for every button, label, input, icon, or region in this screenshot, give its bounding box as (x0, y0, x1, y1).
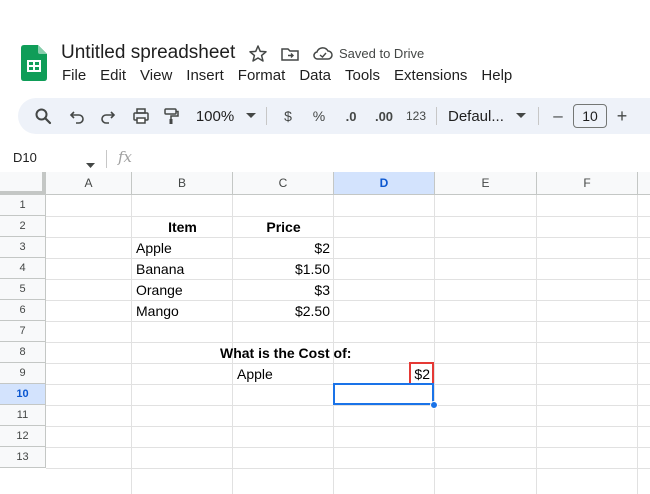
row-header-11[interactable]: 11 (0, 405, 46, 426)
decrease-font-size-button[interactable]: – (548, 98, 568, 134)
cell-c9[interactable]: Apple (233, 364, 334, 384)
move-folder-icon[interactable] (280, 44, 300, 64)
gridline (46, 321, 650, 322)
number-format-button[interactable]: 123 (404, 98, 428, 134)
decrease-decimal-label: .0 (345, 108, 357, 124)
row-header-9[interactable]: 9 (0, 363, 46, 384)
cell-b6[interactable]: Mango (132, 301, 233, 321)
cell-c5[interactable]: $3 (233, 280, 333, 300)
cell-c8[interactable]: What is the Cost of: (220, 343, 370, 363)
row-header-7[interactable]: 7 (0, 321, 46, 342)
row-header-8[interactable]: 8 (0, 342, 46, 363)
cell-b4[interactable]: Banana (132, 259, 233, 279)
gridline (637, 195, 638, 494)
save-status: Saved to Drive (339, 46, 425, 61)
cell-c3[interactable]: $2 (233, 238, 333, 258)
row-header-1[interactable]: 1 (0, 195, 46, 216)
cell-b3[interactable]: Apple (132, 238, 233, 258)
menu-data[interactable]: Data (299, 67, 331, 87)
cell-c6[interactable]: $2.50 (233, 301, 333, 321)
name-box-dropdown-icon[interactable] (86, 155, 95, 173)
fx-icon: fx (118, 148, 133, 166)
paint-format-icon (164, 108, 179, 124)
active-cell-d10[interactable] (333, 383, 434, 405)
column-header-b[interactable]: B (132, 172, 233, 195)
row-header-13[interactable]: 13 (0, 447, 46, 468)
print-button[interactable] (130, 98, 152, 134)
row-header-2[interactable]: 2 (0, 216, 46, 237)
formula-divider (106, 150, 107, 168)
increase-decimal-label: .00 (374, 108, 394, 124)
gridline (46, 426, 650, 427)
undo-button[interactable] (66, 98, 88, 134)
row-header-4[interactable]: 4 (0, 258, 46, 279)
cell-b5[interactable]: Orange (132, 280, 233, 300)
redo-icon (101, 111, 116, 124)
cell-c4[interactable]: $1.50 (233, 259, 333, 279)
column-header-f[interactable]: F (537, 172, 638, 195)
menu-insert[interactable]: Insert (186, 67, 224, 87)
menu-help[interactable]: Help (481, 67, 512, 87)
cell-b2[interactable]: Item (132, 217, 233, 237)
document-title[interactable]: Untitled spreadsheet (61, 42, 235, 64)
gridline (46, 447, 650, 448)
row-header-3[interactable]: 3 (0, 237, 46, 258)
column-header-e[interactable]: E (435, 172, 537, 195)
formula-bar: D10 fx (0, 146, 650, 172)
zoom-select[interactable]: 100% (192, 98, 238, 134)
column-header-d[interactable]: D (334, 172, 435, 195)
select-all-corner[interactable] (0, 172, 46, 195)
fill-handle[interactable] (430, 401, 438, 409)
cell-c2[interactable]: Price (233, 217, 334, 237)
menu-file[interactable]: File (62, 67, 86, 87)
gridline (434, 195, 435, 494)
toolbar-divider (538, 107, 539, 125)
zoom-dropdown-icon[interactable] (244, 98, 258, 134)
star-icon[interactable] (248, 44, 268, 64)
gridline (46, 468, 650, 469)
column-header-a[interactable]: A (46, 172, 132, 195)
decrease-decimal-button[interactable]: .0 (338, 98, 364, 134)
print-icon (133, 108, 149, 124)
column-header-c[interactable]: C (233, 172, 334, 195)
row-header-10[interactable]: 10 (0, 384, 46, 405)
menu-tools[interactable]: Tools (345, 67, 380, 87)
percent-format-button[interactable]: % (309, 98, 329, 134)
font-dropdown-icon[interactable] (514, 98, 528, 134)
paint-format-button[interactable] (160, 98, 182, 134)
font-family-select[interactable]: Defaul... (448, 98, 510, 134)
increase-decimal-button[interactable]: .00 (370, 98, 398, 134)
menu-extensions[interactable]: Extensions (394, 67, 467, 87)
redo-button[interactable] (97, 98, 119, 134)
menu-view[interactable]: View (140, 67, 172, 87)
row-header-12[interactable]: 12 (0, 426, 46, 447)
toolbar-divider (266, 107, 267, 125)
increase-font-size-button[interactable]: + (612, 98, 632, 134)
sheets-logo-icon[interactable] (21, 45, 47, 81)
row-header-5[interactable]: 5 (0, 279, 46, 300)
gridline (536, 195, 537, 494)
name-box[interactable]: D10 (13, 150, 37, 165)
search-icon (35, 108, 52, 125)
gridline (46, 405, 650, 406)
search-menus-button[interactable] (32, 98, 54, 134)
currency-format-button[interactable]: $ (278, 98, 298, 134)
toolbar-divider (436, 107, 437, 125)
row-header-6[interactable]: 6 (0, 300, 46, 321)
cloud-saved-icon[interactable] (312, 44, 333, 64)
menu-bar: File Edit View Insert Format Data Tools … (62, 67, 526, 87)
menu-edit[interactable]: Edit (100, 67, 126, 87)
font-size-input[interactable]: 10 (573, 104, 607, 128)
column-header-g[interactable] (638, 172, 650, 195)
undo-icon (69, 111, 84, 124)
result-highlight-box (409, 362, 434, 385)
menu-format[interactable]: Format (238, 67, 286, 87)
